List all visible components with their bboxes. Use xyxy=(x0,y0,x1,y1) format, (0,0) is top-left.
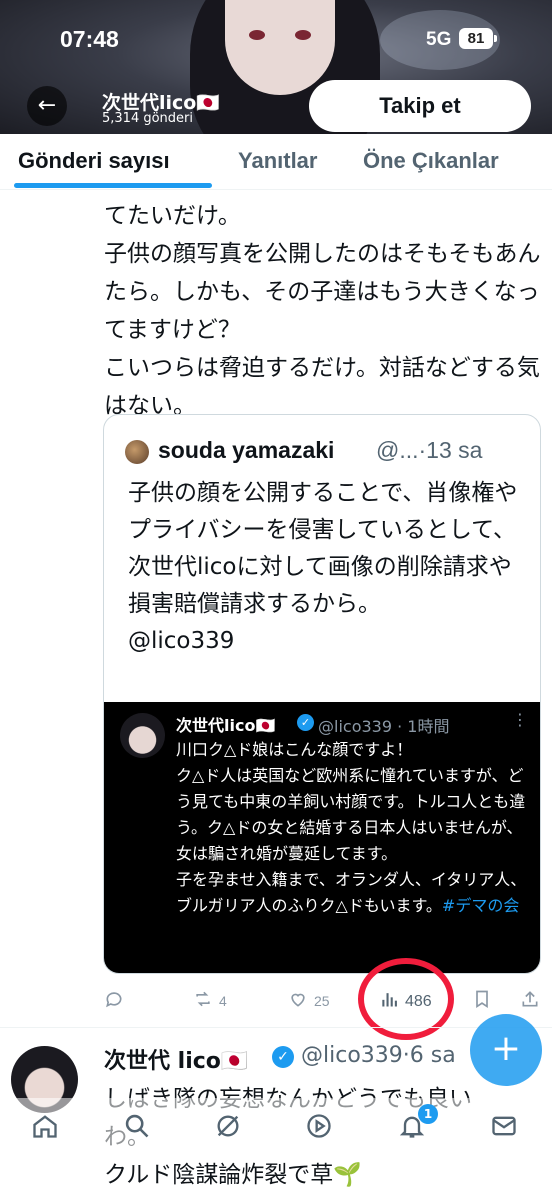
tweet2-author: 次世代 lico🇯🇵 xyxy=(104,1049,249,1074)
bottom-navigation xyxy=(0,1098,552,1156)
back-button[interactable]: ← xyxy=(27,86,67,126)
embedded-hashtag: #デマの会 xyxy=(441,896,520,915)
reply-button[interactable] xyxy=(104,989,130,1012)
tab-posts[interactable]: Gönderi sayısı xyxy=(18,148,170,174)
notifications-badge: 1 xyxy=(418,1104,438,1124)
network-indicator: 5G xyxy=(426,29,452,50)
tweet2-handle-time: @lico339·6 sa xyxy=(301,1043,456,1068)
bookmark-icon xyxy=(472,989,492,1012)
embedded-text: 川口ク△ド娘はこんな顔ですよ！ ク△ド人は英国など欧州系に憧れていますが、どう見… xyxy=(176,737,528,919)
search-icon[interactable] xyxy=(123,1112,151,1140)
quote-avatar xyxy=(125,440,149,464)
back-arrow-icon: ← xyxy=(37,93,57,118)
retweet-count: 4 xyxy=(219,992,227,1009)
heart-icon xyxy=(288,989,308,1012)
follow-button[interactable]: Takip et xyxy=(309,80,531,132)
tab-replies[interactable]: Yanıtlar xyxy=(238,148,317,174)
embedded-author: 次世代lico🇯🇵 xyxy=(176,716,276,735)
messages-icon[interactable] xyxy=(490,1112,518,1140)
retweet-icon xyxy=(193,989,213,1012)
embedded-handle-time: @lico339 · 1時間 xyxy=(318,717,450,736)
home-icon[interactable] xyxy=(31,1112,59,1140)
share-button[interactable] xyxy=(520,989,540,1012)
like-button[interactable]: 25 xyxy=(288,989,330,1012)
bookmark-button[interactable] xyxy=(472,989,492,1012)
video-icon[interactable] xyxy=(305,1112,333,1140)
tweet-divider xyxy=(0,1027,552,1028)
compose-button[interactable]: + xyxy=(470,1014,542,1086)
grok-icon[interactable] xyxy=(214,1112,242,1140)
quote-handle-time: @...·13 sa xyxy=(376,437,483,463)
embedded-screenshot[interactable]: 次世代lico🇯🇵 ✓ @lico339 · 1時間 ⋮ 川口ク△ド娘はこんな顔… xyxy=(104,702,540,973)
posts-count: 5,314 gönderi xyxy=(102,111,193,126)
verified-badge-icon: ✓ xyxy=(297,714,314,731)
verified-badge-icon: ✓ xyxy=(272,1046,294,1068)
quote-author: souda yamazaki xyxy=(158,437,335,463)
tweet-text: てたいだけ。 子供の顔写真を公開したのはそもそもあんたら。しかも、その子達はもう… xyxy=(104,203,541,419)
quote-text: 子供の顔を公開することで、肖像権やプライバシーを侵害しているとして、次世代lic… xyxy=(128,480,518,654)
reply-icon xyxy=(104,989,124,1012)
profile-tabs: Gönderi sayısı Yanıtlar Öne Çıkanlar xyxy=(0,134,552,190)
share-icon xyxy=(520,989,540,1012)
retweet-button[interactable]: 4 xyxy=(193,989,227,1012)
embedded-body: 川口ク△ド娘はこんな顔ですよ！ ク△ド人は英国など欧州系に憧れていますが、どう見… xyxy=(176,740,527,915)
tab-highlights[interactable]: Öne Çıkanlar xyxy=(363,148,499,174)
quoted-tweet[interactable]: souda yamazaki @...·13 sa 子供の顔を公開することで、肖… xyxy=(103,414,541,974)
like-count: 25 xyxy=(314,992,330,1009)
battery-indicator: 81 xyxy=(459,28,497,49)
more-options-icon: ⋮ xyxy=(512,710,528,729)
status-time: 07:48 xyxy=(60,26,119,52)
active-tab-indicator xyxy=(14,183,212,188)
embedded-avatar xyxy=(120,713,165,758)
